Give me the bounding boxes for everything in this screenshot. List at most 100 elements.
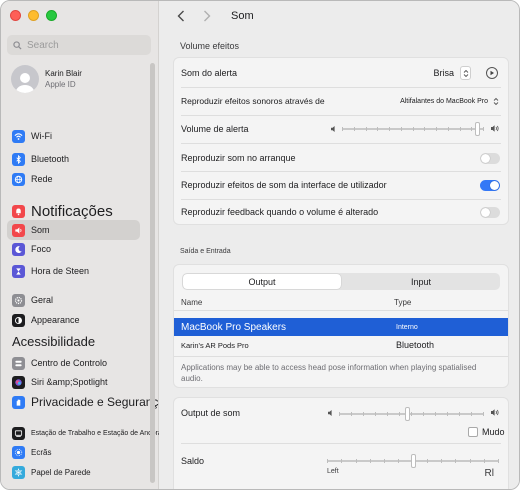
window-controls	[10, 10, 57, 21]
sidebar-item-desktop-dock[interactable]: Estação de Trabalho e Estação de Ancorag…	[7, 423, 175, 443]
slider-thumb[interactable]	[405, 407, 410, 421]
startup-sound-toggle[interactable]	[480, 153, 500, 164]
brightness-icon	[12, 445, 25, 459]
sidebar-scrollbar[interactable]	[150, 63, 155, 483]
ui-sounds-toggle[interactable]	[480, 180, 500, 191]
back-button[interactable]	[173, 8, 189, 24]
balance-label: Saldo	[181, 456, 205, 466]
forward-button[interactable]	[199, 8, 215, 24]
play-alert-button[interactable]	[486, 67, 498, 79]
sidebar-item-screen-time[interactable]: Hora de Steen	[7, 261, 140, 281]
io-card: Output Input Name Type MacBook Pro Speak…	[173, 264, 509, 388]
sidebar-item-label: Bluetooth	[31, 154, 70, 164]
sidebar-item-label: Siri &amp;Spotlight	[31, 377, 108, 387]
slider-thumb[interactable]	[475, 122, 480, 136]
devices-table-header: Name Type	[174, 295, 508, 309]
slider-tick	[424, 127, 425, 131]
ui-sounds-label: Reproduzir efeitos de som da interface d…	[181, 180, 387, 190]
slider-tick	[327, 459, 328, 463]
balance-slider[interactable]	[327, 454, 499, 468]
sidebar-item-network[interactable]: Rede	[7, 169, 140, 189]
slider-tick	[483, 412, 484, 416]
tab-output[interactable]: Output	[183, 274, 341, 289]
alert-volume-slider[interactable]	[342, 122, 484, 136]
sidebar-item-appearance[interactable]: Appearance	[7, 310, 140, 330]
startup-sound-label: Reproduzir som no arranque	[181, 153, 296, 163]
apple-id-account[interactable]: Karin Blair Apple ID	[11, 65, 82, 93]
zoom-button[interactable]	[46, 10, 57, 21]
output-card: Output de som Mudo Saldo Left Rl	[173, 397, 509, 489]
volume-feedback-toggle[interactable]	[480, 207, 500, 218]
sidebar-item-wallpaper[interactable]: Papel de Parede	[7, 462, 140, 482]
minimize-button[interactable]	[28, 10, 39, 21]
chevron-right-icon	[204, 10, 211, 22]
sidebar-item-general[interactable]: Geral	[7, 290, 140, 310]
desktop-dock-icon	[12, 426, 25, 440]
play-through-select[interactable]: Altifalantes do MacBook Pro	[400, 98, 488, 105]
hourglass-icon	[12, 264, 25, 278]
alert-sound-stepper[interactable]	[460, 66, 471, 80]
tab-input[interactable]: Input	[342, 273, 500, 290]
sidebar-item-accessibility[interactable]: Acessibilidade	[7, 331, 140, 351]
siri-icon	[12, 375, 25, 389]
sound-icon	[12, 223, 25, 237]
page-title: Som	[231, 10, 254, 22]
slider-tick	[342, 127, 343, 131]
effects-card: Som do alerta Brisa Reproduzir efeitos s…	[173, 57, 509, 225]
sidebar-item-label: Foco	[31, 244, 52, 254]
settings-window: Search Karin Blair Apple ID Wi-Fi Blueto…	[0, 0, 520, 490]
slider-tick	[356, 459, 357, 463]
device-name: Karin's AR Pods Pro	[181, 340, 249, 350]
account-subtitle: Apple ID	[45, 80, 76, 89]
effects-section-title: Volume efeitos	[180, 41, 240, 51]
sidebar-item-label: Notificações	[31, 202, 113, 220]
slider-tick	[459, 412, 460, 416]
device-type: Bluetooth	[396, 340, 435, 350]
speaker-high-icon	[491, 125, 499, 132]
speaker-low-icon	[328, 410, 332, 416]
column-name[interactable]: Name	[181, 298, 202, 307]
mute-checkbox[interactable]	[468, 427, 478, 437]
slider-tick	[460, 127, 461, 131]
slider-tick	[441, 459, 442, 463]
slider-tick	[363, 412, 364, 416]
slider-thumb[interactable]	[411, 454, 416, 468]
slider-tick	[375, 412, 376, 416]
balance-left-label: Left	[327, 468, 339, 475]
network-icon	[12, 172, 25, 186]
column-type[interactable]: Type	[394, 298, 411, 307]
slider-tick	[366, 127, 367, 131]
table-row[interactable]: Karin's AR Pods Pro Bluetooth	[174, 336, 508, 354]
spatial-audio-note: Applications may be able to access head …	[181, 363, 477, 383]
table-row[interactable]: MacBook Pro Speakers Interno	[174, 318, 508, 336]
sidebar-item-sound[interactable]: Som	[7, 220, 140, 240]
main-pane: Som Volume efeitos Som do alerta Brisa R…	[159, 1, 519, 489]
sidebar-item-siri[interactable]: Siri &amp;Spotlight	[7, 372, 140, 392]
wifi-icon	[12, 129, 25, 143]
slider-tick	[389, 127, 390, 131]
search-input[interactable]: Search	[7, 35, 151, 55]
alert-sound-row: Som do alerta Brisa	[174, 62, 508, 84]
close-button[interactable]	[10, 10, 21, 21]
mute-label: Mudo	[482, 427, 505, 437]
output-volume-slider[interactable]	[339, 407, 484, 421]
sidebar-item-displays[interactable]: Ecrãs	[7, 442, 140, 462]
slider-tick	[387, 412, 388, 416]
sidebar-item-label: Papel de Parede	[31, 467, 91, 477]
sidebar-item-wifi[interactable]: Wi-Fi	[7, 126, 140, 146]
balance-right-label: Rl	[484, 468, 494, 479]
alert-sound-label: Som do alerta	[181, 68, 238, 78]
startup-sound-row: Reproduzir som no arranque	[174, 147, 508, 169]
sidebar-item-notifications[interactable]: Notificações	[7, 201, 140, 221]
slider-tick	[471, 412, 472, 416]
chevron-up-down-icon	[463, 69, 468, 77]
sidebar-item-bluetooth[interactable]: Bluetooth	[7, 149, 140, 169]
sidebar-item-focus[interactable]: Foco	[7, 239, 140, 259]
slider-tick	[339, 412, 340, 416]
alert-sound-value[interactable]: Brisa	[433, 68, 454, 78]
sidebar-item-control-center[interactable]: Centro de Controlo	[7, 353, 140, 373]
sidebar-item-privacy[interactable]: Privacidade e Segurança	[7, 392, 165, 412]
alert-volume-row: Volume de alerta	[174, 118, 508, 140]
slider-tick	[471, 127, 472, 131]
mute-row: Mudo	[174, 423, 508, 441]
